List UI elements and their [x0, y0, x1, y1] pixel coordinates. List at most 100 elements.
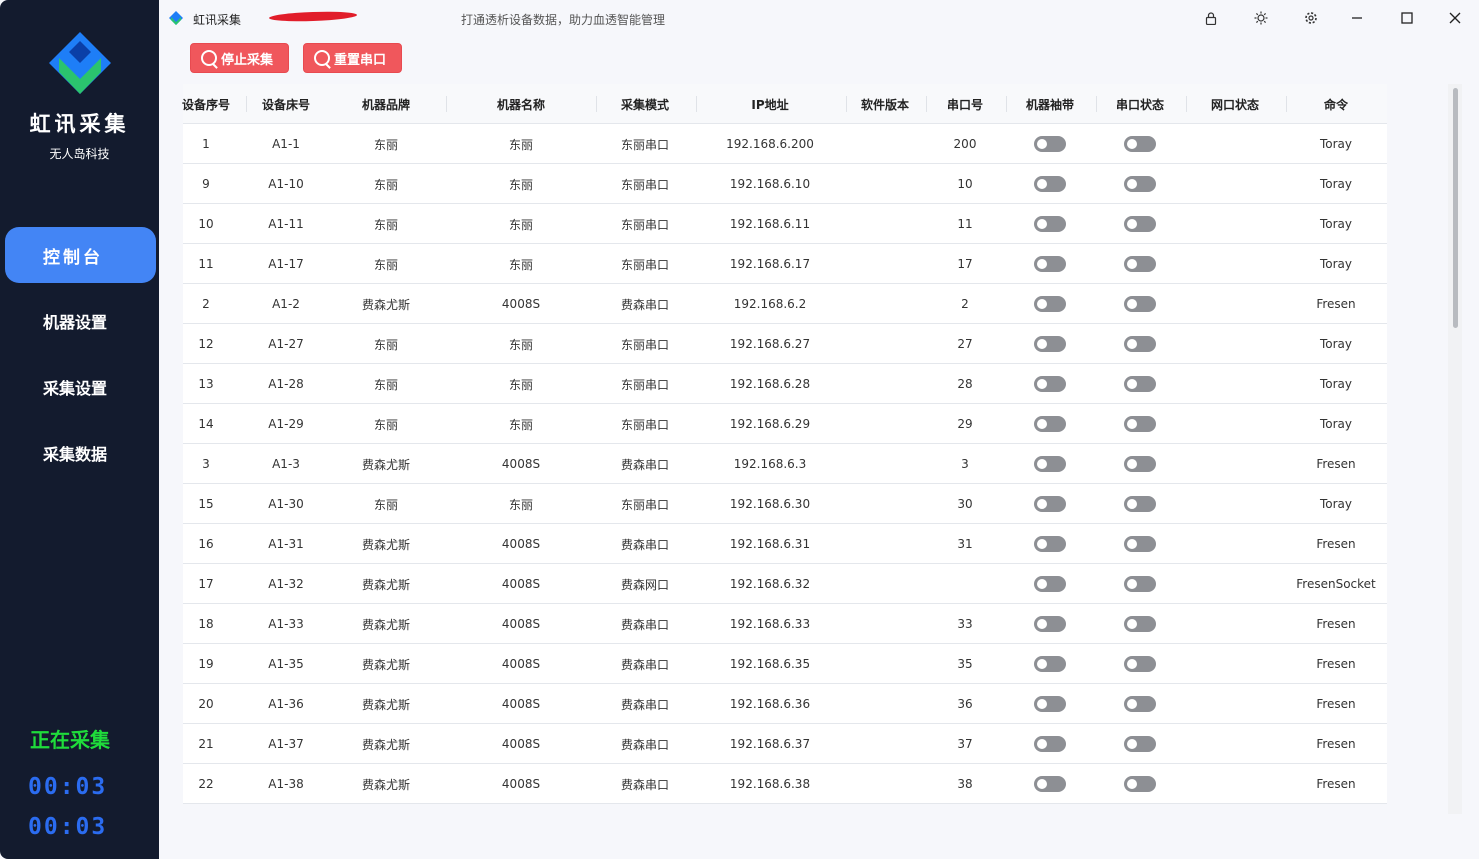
cell-brand: 费森尤斯 [361, 297, 410, 312]
table-row[interactable]: 16 A1-31 费森尤斯 4008S 费森串口 192.168.6.31 31 Fresen [183, 524, 1387, 564]
minimize-icon[interactable] [1346, 8, 1368, 28]
serial-status-toggle[interactable] [1124, 256, 1156, 272]
cuff-toggle[interactable] [1034, 416, 1066, 432]
cell-command: Fresen [1316, 617, 1356, 631]
serial-status-toggle[interactable] [1124, 416, 1156, 432]
cuff-toggle[interactable] [1034, 736, 1066, 752]
table-row[interactable]: 12 A1-27 东丽 东丽 东丽串口 192.168.6.27 27 Toray [183, 324, 1387, 364]
table-row[interactable]: 10 A1-11 东丽 东丽 东丽串口 192.168.6.11 11 Toray [183, 204, 1387, 244]
column-header-cuff-col[interactable]: 机器袖带 [1005, 84, 1095, 124]
scrollbar-thumb[interactable] [1453, 88, 1458, 328]
cuff-toggle[interactable] [1034, 256, 1066, 272]
table-row[interactable]: 3 A1-3 费森尤斯 4008S 费森串口 192.168.6.3 3 Fresen [183, 444, 1387, 484]
column-header-bed-col[interactable]: 设备床号 [246, 84, 326, 124]
table-row[interactable]: 17 A1-32 费森尤斯 4008S 费森网口 192.168.6.32 FresenSo… [183, 564, 1387, 604]
table-row[interactable]: 15 A1-30 东丽 东丽 东丽串口 192.168.6.30 30 Toray [183, 484, 1387, 524]
cuff-toggle[interactable] [1034, 376, 1066, 392]
serial-status-toggle[interactable] [1124, 136, 1156, 152]
cuff-toggle[interactable] [1034, 576, 1066, 592]
cuff-toggle[interactable] [1034, 216, 1066, 232]
cell-ip: 192.168.6.31 [729, 537, 811, 551]
column-header-name-col[interactable]: 机器名称 [456, 84, 586, 124]
table-row[interactable]: 2 A1-2 费森尤斯 4008S 费森串口 192.168.6.2 2 Fresen [183, 284, 1387, 324]
table-row[interactable]: 18 A1-33 费森尤斯 4008S 费森串口 192.168.6.33 33 Fresen [183, 604, 1387, 644]
cell-mode: 费森串口 [620, 657, 669, 672]
cuff-toggle[interactable] [1034, 336, 1066, 352]
column-header-command-col[interactable]: 命令 [1285, 84, 1387, 124]
cuff-toggle[interactable] [1034, 536, 1066, 552]
serial-status-toggle[interactable] [1124, 216, 1156, 232]
cuff-toggle[interactable] [1034, 496, 1066, 512]
cell-name: 4008S [501, 617, 541, 631]
column-header-brand-col[interactable]: 机器品牌 [336, 84, 436, 124]
cell-mode: 费森串口 [620, 297, 669, 312]
lock-icon[interactable] [1200, 8, 1222, 28]
cell-brand: 东丽 [373, 217, 398, 232]
column-header-version-col[interactable]: 软件版本 [845, 84, 925, 124]
table-row[interactable]: 19 A1-35 费森尤斯 4008S 费森串口 192.168.6.35 35 Fresen [183, 644, 1387, 684]
serial-status-toggle[interactable] [1124, 296, 1156, 312]
cell-brand: 费森尤斯 [361, 697, 410, 712]
cell-seq: 1 [202, 137, 210, 151]
cuff-toggle-cell [1005, 524, 1095, 564]
serial-status-toggle[interactable] [1124, 656, 1156, 672]
cell-seq: 17 [198, 577, 214, 591]
column-divider [446, 96, 447, 112]
serial-status-toggle[interactable] [1124, 376, 1156, 392]
cuff-toggle-cell [1005, 124, 1095, 164]
column-header-mode-col[interactable]: 采集模式 [595, 84, 695, 124]
table-row[interactable]: 21 A1-37 费森尤斯 4008S 费森串口 192.168.6.37 37 Fresen [183, 724, 1387, 764]
maximize-icon[interactable] [1396, 8, 1418, 28]
gear-icon[interactable] [1300, 8, 1322, 28]
table-row[interactable]: 9 A1-10 东丽 东丽 东丽串口 192.168.6.10 10 Toray [183, 164, 1387, 204]
close-icon[interactable] [1444, 8, 1466, 28]
cuff-toggle[interactable] [1034, 296, 1066, 312]
sun-icon[interactable] [1250, 8, 1272, 28]
cuff-toggle[interactable] [1034, 176, 1066, 192]
cuff-toggle[interactable] [1034, 696, 1066, 712]
serial-status-toggle-cell [1095, 604, 1185, 644]
table-row[interactable]: 20 A1-36 费森尤斯 4008S 费森串口 192.168.6.36 36 Fresen [183, 684, 1387, 724]
cuff-toggle[interactable] [1034, 656, 1066, 672]
cell-seq: 3 [202, 457, 210, 471]
table-row[interactable]: 1 A1-1 东丽 东丽 东丽串口 192.168.6.200 200 Toray [183, 124, 1387, 164]
nav-item-machine-settings[interactable]: 机器设置 [5, 293, 156, 349]
serial-status-toggle[interactable] [1124, 776, 1156, 792]
serial-status-toggle[interactable] [1124, 576, 1156, 592]
column-header-seq-col[interactable]: 设备序号 [182, 84, 230, 124]
serial-status-toggle[interactable] [1124, 336, 1156, 352]
serial-status-toggle[interactable] [1124, 456, 1156, 472]
cell-port: 28 [957, 377, 973, 391]
cuff-toggle[interactable] [1034, 776, 1066, 792]
column-header-net-status-col[interactable]: 网口状态 [1185, 84, 1285, 124]
serial-status-toggle[interactable] [1124, 616, 1156, 632]
table-row[interactable]: 14 A1-29 东丽 东丽 东丽串口 192.168.6.29 29 Toray [183, 404, 1387, 444]
cell-port: 2 [961, 297, 969, 311]
serial-status-toggle[interactable] [1124, 696, 1156, 712]
stop-collection-button[interactable]: 停止采集 [190, 43, 289, 73]
serial-status-toggle[interactable] [1124, 176, 1156, 192]
cell-seq: 16 [198, 537, 214, 551]
column-header-port-col[interactable]: 串口号 [925, 84, 1005, 124]
cell-command: Toray [1319, 417, 1353, 431]
serial-status-toggle[interactable] [1124, 496, 1156, 512]
cell-name: 东丽 [508, 377, 533, 392]
cuff-toggle[interactable] [1034, 616, 1066, 632]
cell-bed: A1-32 [268, 577, 304, 591]
nav-item-console[interactable]: 控制台 [5, 227, 156, 283]
net-status-cell [1185, 204, 1285, 244]
reset-serial-button[interactable]: 重置串口 [303, 43, 402, 73]
cuff-toggle[interactable] [1034, 456, 1066, 472]
column-header-ip-col[interactable]: IP地址 [695, 84, 845, 124]
cuff-toggle[interactable] [1034, 136, 1066, 152]
nav-item-collection-settings[interactable]: 采集设置 [5, 359, 156, 415]
nav-item-collection-data[interactable]: 采集数据 [5, 425, 156, 481]
column-header-serial-status-col[interactable]: 串口状态 [1095, 84, 1185, 124]
table-row[interactable]: 13 A1-28 东丽 东丽 东丽串口 192.168.6.28 28 Toray [183, 364, 1387, 404]
vertical-scrollbar[interactable] [1448, 84, 1462, 814]
table-row[interactable]: 22 A1-38 费森尤斯 4008S 费森串口 192.168.6.38 38 Fresen [183, 764, 1387, 804]
cell-brand: 费森尤斯 [361, 537, 410, 552]
serial-status-toggle[interactable] [1124, 536, 1156, 552]
table-row[interactable]: 11 A1-17 东丽 东丽 东丽串口 192.168.6.17 17 Toray [183, 244, 1387, 284]
serial-status-toggle[interactable] [1124, 736, 1156, 752]
